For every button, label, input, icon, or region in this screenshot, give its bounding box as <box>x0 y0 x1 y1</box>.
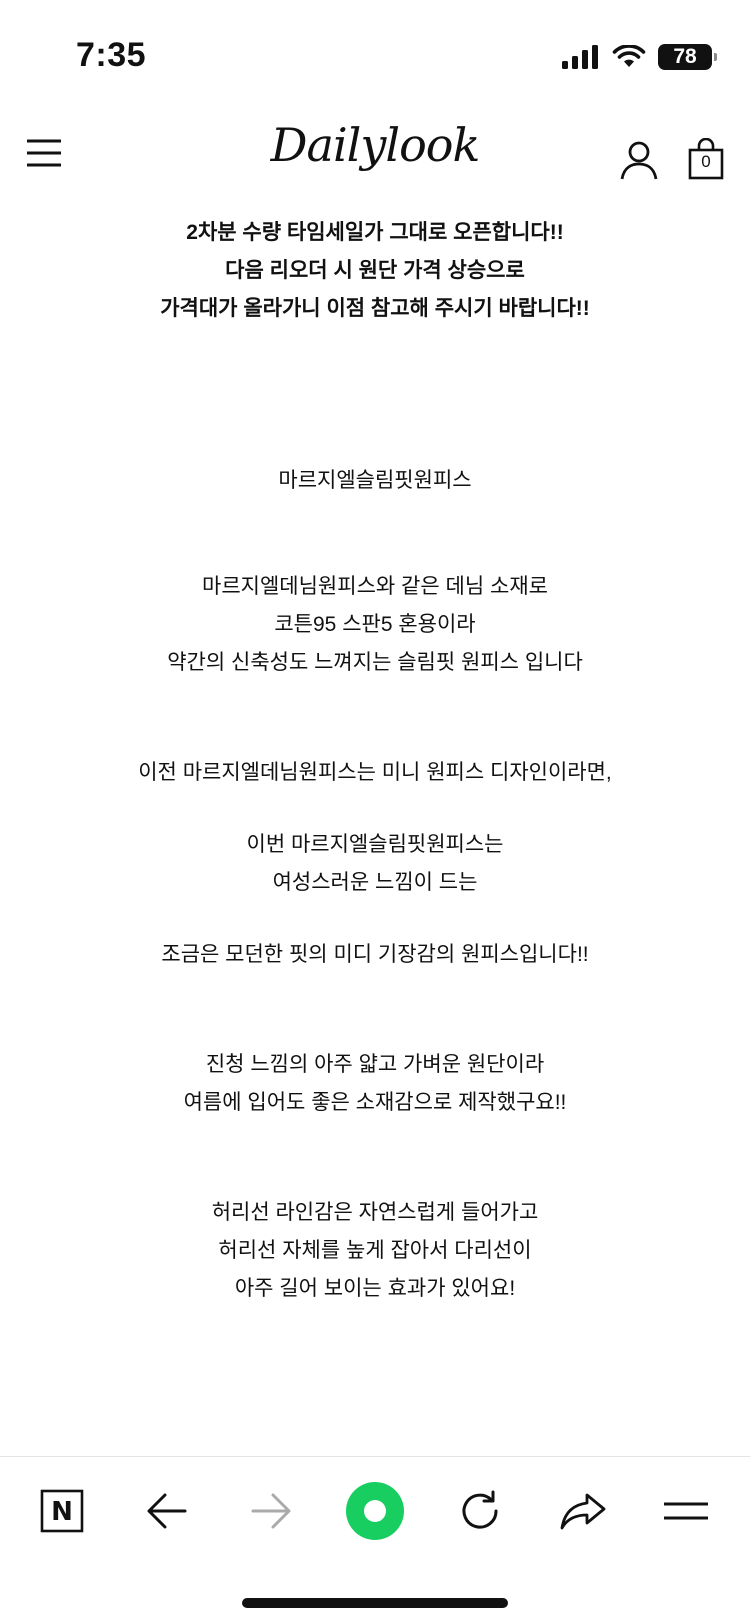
home-indicator[interactable] <box>242 1598 508 1608</box>
text-line: 이번 마르지엘슬림핏원피스는 <box>246 833 504 856</box>
home-letter: N <box>51 1497 73 1527</box>
text-line: 약간의 신축성도 느껴지는 슬림핏 원피스 입니다 <box>167 651 583 674</box>
paragraph-1: 마르지엘데님원피스와 같은 데님 소재로 코튼95 스판5 혼용이라 약간의 신… <box>0 568 750 682</box>
battery-cap <box>714 53 717 61</box>
text-line: 아주 길어 보이는 효과가 있어요! <box>234 1277 516 1300</box>
paragraph-6: 허리선 라인감은 자연스럽게 들어가고 허리선 자체를 높게 잡아서 다리선이 … <box>0 1194 750 1308</box>
account-button[interactable] <box>620 140 658 180</box>
menu-button[interactable] <box>26 138 62 168</box>
site-header: Dailylook 0 <box>0 100 750 210</box>
text-line: 허리선 자체를 높게 잡아서 다리선이 <box>218 1239 532 1262</box>
paragraph-3: 이번 마르지엘슬림핏원피스는 여성스러운 느낌이 드는 <box>0 826 750 902</box>
naver-home-icon: N <box>40 1489 84 1533</box>
naver-home-button[interactable]: N <box>34 1483 90 1539</box>
back-arrow-icon <box>147 1493 187 1529</box>
status-icons: 78 <box>562 44 717 70</box>
browser-menu-button[interactable] <box>658 1483 714 1539</box>
cart-count: 0 <box>701 152 711 171</box>
back-button[interactable] <box>139 1483 195 1539</box>
battery-level: 78 <box>673 45 697 68</box>
notice-line: 다음 리오더 시 원단 가격 상승으로 <box>225 259 525 282</box>
notice-line: 2차분 수량 타임세일가 그대로 오픈합니다!! <box>186 221 564 244</box>
menu-icon <box>27 139 61 167</box>
text-line: 허리선 라인감은 자연스럽게 들어가고 <box>211 1201 539 1224</box>
text-line: 마르지엘데님원피스와 같은 데님 소재로 <box>202 575 548 598</box>
paragraph-5: 진청 느낌의 아주 얇고 가벼운 원단이라 여름에 입어도 좋은 소재감으로 제… <box>0 1046 750 1122</box>
forward-button[interactable] <box>243 1483 299 1539</box>
browser-toolbar: N <box>0 1456 750 1577</box>
share-button[interactable] <box>555 1483 611 1539</box>
green-dot-icon <box>346 1482 404 1540</box>
user-icon <box>620 141 658 180</box>
text-line: 코튼95 스판5 혼용이라 <box>274 613 476 636</box>
text-line: 조금은 모던한 핏의 미디 기장감의 원피스입니다!! <box>161 943 589 966</box>
sale-notice: 2차분 수량 타임세일가 그대로 오픈합니다!! 다음 리오더 시 원단 가격 … <box>0 214 750 328</box>
site-logo[interactable]: Dailylook <box>260 100 490 190</box>
notice-line: 가격대가 올라가니 이점 참고해 주시기 바랍니다!! <box>160 297 590 320</box>
product-description: 2차분 수량 타임세일가 그대로 오픈합니다!! 다음 리오더 시 원단 가격 … <box>0 214 750 1308</box>
signal-icon <box>562 45 598 69</box>
green-dot-button[interactable] <box>345 1481 405 1541</box>
battery-icon: 78 <box>658 44 717 70</box>
wifi-icon <box>612 45 646 67</box>
text-line: 이전 마르지엘데님원피스는 미니 원피스 디자인이라면, <box>138 761 612 784</box>
paragraph-2: 이전 마르지엘데님원피스는 미니 원피스 디자인이라면, <box>0 754 750 792</box>
product-name: 마르지엘슬림핏원피스 <box>278 469 472 492</box>
cart-button[interactable]: 0 <box>688 137 724 180</box>
share-icon <box>560 1493 606 1530</box>
reload-button[interactable] <box>452 1483 508 1539</box>
text-line: 여성스러운 느낌이 드는 <box>272 871 478 894</box>
forward-arrow-icon <box>251 1493 291 1529</box>
menu-icon <box>664 1502 708 1520</box>
reload-icon <box>462 1490 498 1529</box>
status-bar: 7:35 78 <box>0 0 750 100</box>
description-body: 마르지엘슬림핏원피스 마르지엘데님원피스와 같은 데님 소재로 코튼95 스판5… <box>0 462 750 1308</box>
text-line: 여름에 입어도 좋은 소재감으로 제작했구요!! <box>183 1091 567 1114</box>
paragraph-4: 조금은 모던한 핏의 미디 기장감의 원피스입니다!! <box>0 936 750 974</box>
text-line: 진청 느낌의 아주 얇고 가벼운 원단이라 <box>205 1053 545 1076</box>
status-time: 7:35 <box>76 36 147 74</box>
